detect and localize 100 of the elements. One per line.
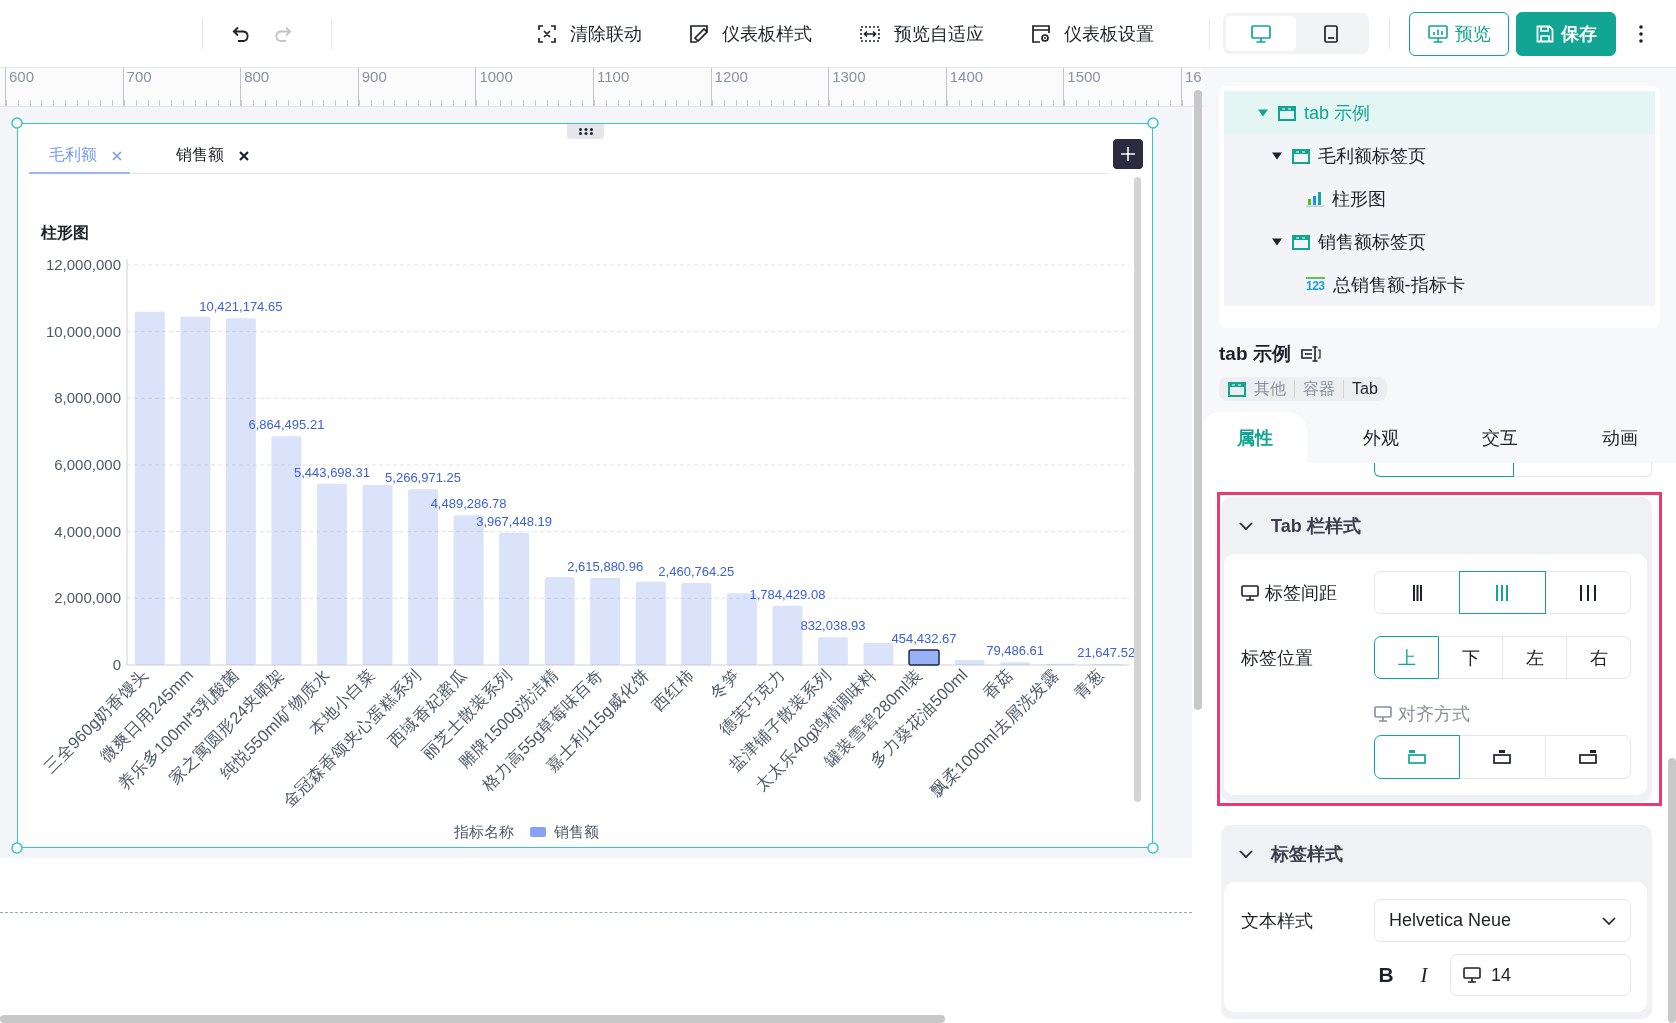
data-label: 21,647.52 bbox=[1076, 644, 1135, 660]
y-axis-label: 10,000,000 bbox=[45, 322, 121, 340]
tree-item[interactable]: 柱形图 bbox=[1224, 177, 1655, 220]
section-title[interactable]: Tab 栏样式 bbox=[1271, 513, 1361, 538]
ruler-label: 1100 bbox=[596, 68, 630, 86]
field-label: 标签间距 bbox=[1241, 580, 1374, 605]
y-axis-label: 4,000,000 bbox=[53, 522, 121, 540]
breadcrumb-item: 其他 bbox=[1254, 378, 1286, 399]
data-label: 3,967,448.19 bbox=[475, 513, 552, 529]
field-label: 对齐方式 bbox=[1374, 704, 1631, 724]
font-select[interactable]: Helvetica Neue bbox=[1374, 899, 1631, 942]
tree-item[interactable]: 毛利额标签页 bbox=[1224, 134, 1655, 177]
y-axis-label: 8,000,000 bbox=[53, 388, 121, 406]
legend-label[interactable]: 销售额 bbox=[554, 823, 599, 840]
y-axis-label: 12,000,000 bbox=[45, 255, 121, 273]
italic-button[interactable]: I bbox=[1412, 960, 1436, 990]
segment-option[interactable]: 下 bbox=[1438, 636, 1503, 679]
scrollbar-thumb[interactable] bbox=[1668, 758, 1676, 1023]
folder-icon bbox=[1292, 233, 1310, 250]
chevron-down-icon bbox=[1602, 916, 1616, 925]
y-axis-label: 2,000,000 bbox=[53, 588, 121, 606]
data-label: 454,432.67 bbox=[891, 630, 957, 646]
caret-down-icon[interactable] bbox=[1271, 237, 1283, 246]
ruler-label: 600 bbox=[9, 68, 35, 86]
more-icon bbox=[1639, 24, 1643, 43]
bold-button[interactable]: B bbox=[1374, 960, 1398, 990]
monitor-icon bbox=[1463, 967, 1481, 983]
breadcrumb-item: 容器 bbox=[1303, 378, 1335, 399]
ruler-label: 900 bbox=[361, 68, 387, 86]
y-axis-label: 6,000,000 bbox=[53, 455, 121, 473]
tab-align-left-icon bbox=[1408, 750, 1427, 764]
toolbar-button[interactable]: 仪表板设置 bbox=[1032, 21, 1154, 46]
add-tab-button[interactable] bbox=[1112, 139, 1143, 169]
x-axis-label: 冬笋 bbox=[705, 664, 743, 702]
x-axis-label: 西红柿 bbox=[648, 664, 697, 714]
text-cursor-icon[interactable] bbox=[1300, 346, 1321, 362]
tree-item[interactable]: 销售额标签页 bbox=[1224, 220, 1655, 263]
data-label: 4,489,286.78 bbox=[430, 495, 507, 511]
tab[interactable]: 销售额 bbox=[155, 139, 257, 174]
ruler-label: 16 bbox=[1184, 68, 1202, 86]
ruler-label: 1400 bbox=[949, 68, 984, 86]
tab[interactable]: 交互 bbox=[1455, 412, 1545, 463]
grip-dots-icon bbox=[578, 128, 593, 135]
data-label: 10,421,174.65 bbox=[198, 298, 282, 314]
tablet-icon bbox=[1324, 24, 1338, 43]
chart-title: 柱形图 bbox=[40, 224, 89, 242]
settings-icon bbox=[1032, 24, 1050, 43]
monitor-icon bbox=[1251, 24, 1271, 43]
vertical-lines-icon bbox=[1496, 584, 1509, 601]
toolbar-button[interactable]: 预览自适应 bbox=[860, 21, 984, 46]
panel-title: tab 示例 bbox=[1219, 342, 1291, 366]
ruler-label: 1000 bbox=[479, 68, 513, 86]
font-size-input[interactable]: 14 bbox=[1450, 954, 1631, 996]
breadcrumb-item: Tab bbox=[1352, 380, 1378, 398]
resize-handle-icon[interactable] bbox=[11, 117, 23, 129]
field-label: 标签位置 bbox=[1241, 646, 1314, 670]
scrollbar-thumb[interactable] bbox=[0, 1015, 945, 1023]
field-label: 文本样式 bbox=[1241, 909, 1314, 933]
toolbar-button[interactable]: 仪表板样式 bbox=[690, 21, 812, 46]
x-axis-label: 香菇 bbox=[979, 664, 1016, 702]
resize-handle-icon[interactable] bbox=[11, 842, 23, 854]
vertical-lines-icon bbox=[1412, 584, 1422, 601]
drag-handle[interactable] bbox=[567, 124, 604, 139]
close-icon[interactable] bbox=[238, 150, 249, 161]
resize-handle-icon[interactable] bbox=[1147, 117, 1159, 129]
monitor-icon bbox=[1241, 584, 1259, 601]
y-axis-label: 0 bbox=[112, 655, 121, 673]
monitor-icon bbox=[1374, 706, 1392, 722]
data-label: 79,486.61 bbox=[985, 642, 1044, 658]
ruler-label: 1500 bbox=[1067, 68, 1101, 86]
ruler-label: 800 bbox=[244, 68, 270, 86]
section-title[interactable]: 标签样式 bbox=[1271, 841, 1343, 866]
fit-width-icon bbox=[860, 25, 880, 42]
ruler-label: 1200 bbox=[714, 68, 748, 86]
scrollbar-thumb[interactable] bbox=[1194, 90, 1202, 710]
data-label: 1,784,429.08 bbox=[748, 586, 825, 602]
ruler-label: 1300 bbox=[832, 68, 866, 86]
tree-item[interactable]: 123 总销售额-指标卡 bbox=[1224, 263, 1655, 306]
resize-handle-icon[interactable] bbox=[1147, 842, 1159, 854]
segment-option[interactable]: 左 bbox=[1502, 636, 1567, 679]
data-label: 2,615,880.96 bbox=[566, 558, 643, 574]
scrollbar-thumb[interactable] bbox=[1134, 176, 1141, 802]
data-label: 6,864,495.21 bbox=[247, 416, 324, 432]
save-icon bbox=[1535, 24, 1554, 43]
tab[interactable]: 外观 bbox=[1307, 412, 1455, 463]
segment-option[interactable]: 右 bbox=[1566, 636, 1631, 679]
tab[interactable]: 动画 bbox=[1545, 412, 1676, 463]
folder-icon bbox=[1228, 381, 1246, 397]
data-label: 832,038.93 bbox=[799, 617, 865, 633]
monitor-chart-icon bbox=[1427, 24, 1448, 43]
x-axis-label: 青葱 bbox=[1070, 664, 1107, 702]
bracket-x-icon bbox=[538, 24, 556, 43]
plus-icon bbox=[1120, 147, 1135, 161]
tab-align-center-icon bbox=[1493, 750, 1512, 764]
data-label: 5,443,698.31 bbox=[293, 464, 370, 480]
caret-down-icon[interactable] bbox=[1271, 151, 1283, 160]
vertical-lines-icon bbox=[1579, 584, 1596, 601]
toolbar-button[interactable]: 清除联动 bbox=[538, 21, 642, 46]
tab-align-right-icon bbox=[1578, 750, 1597, 764]
ruler-label: 700 bbox=[126, 68, 152, 86]
